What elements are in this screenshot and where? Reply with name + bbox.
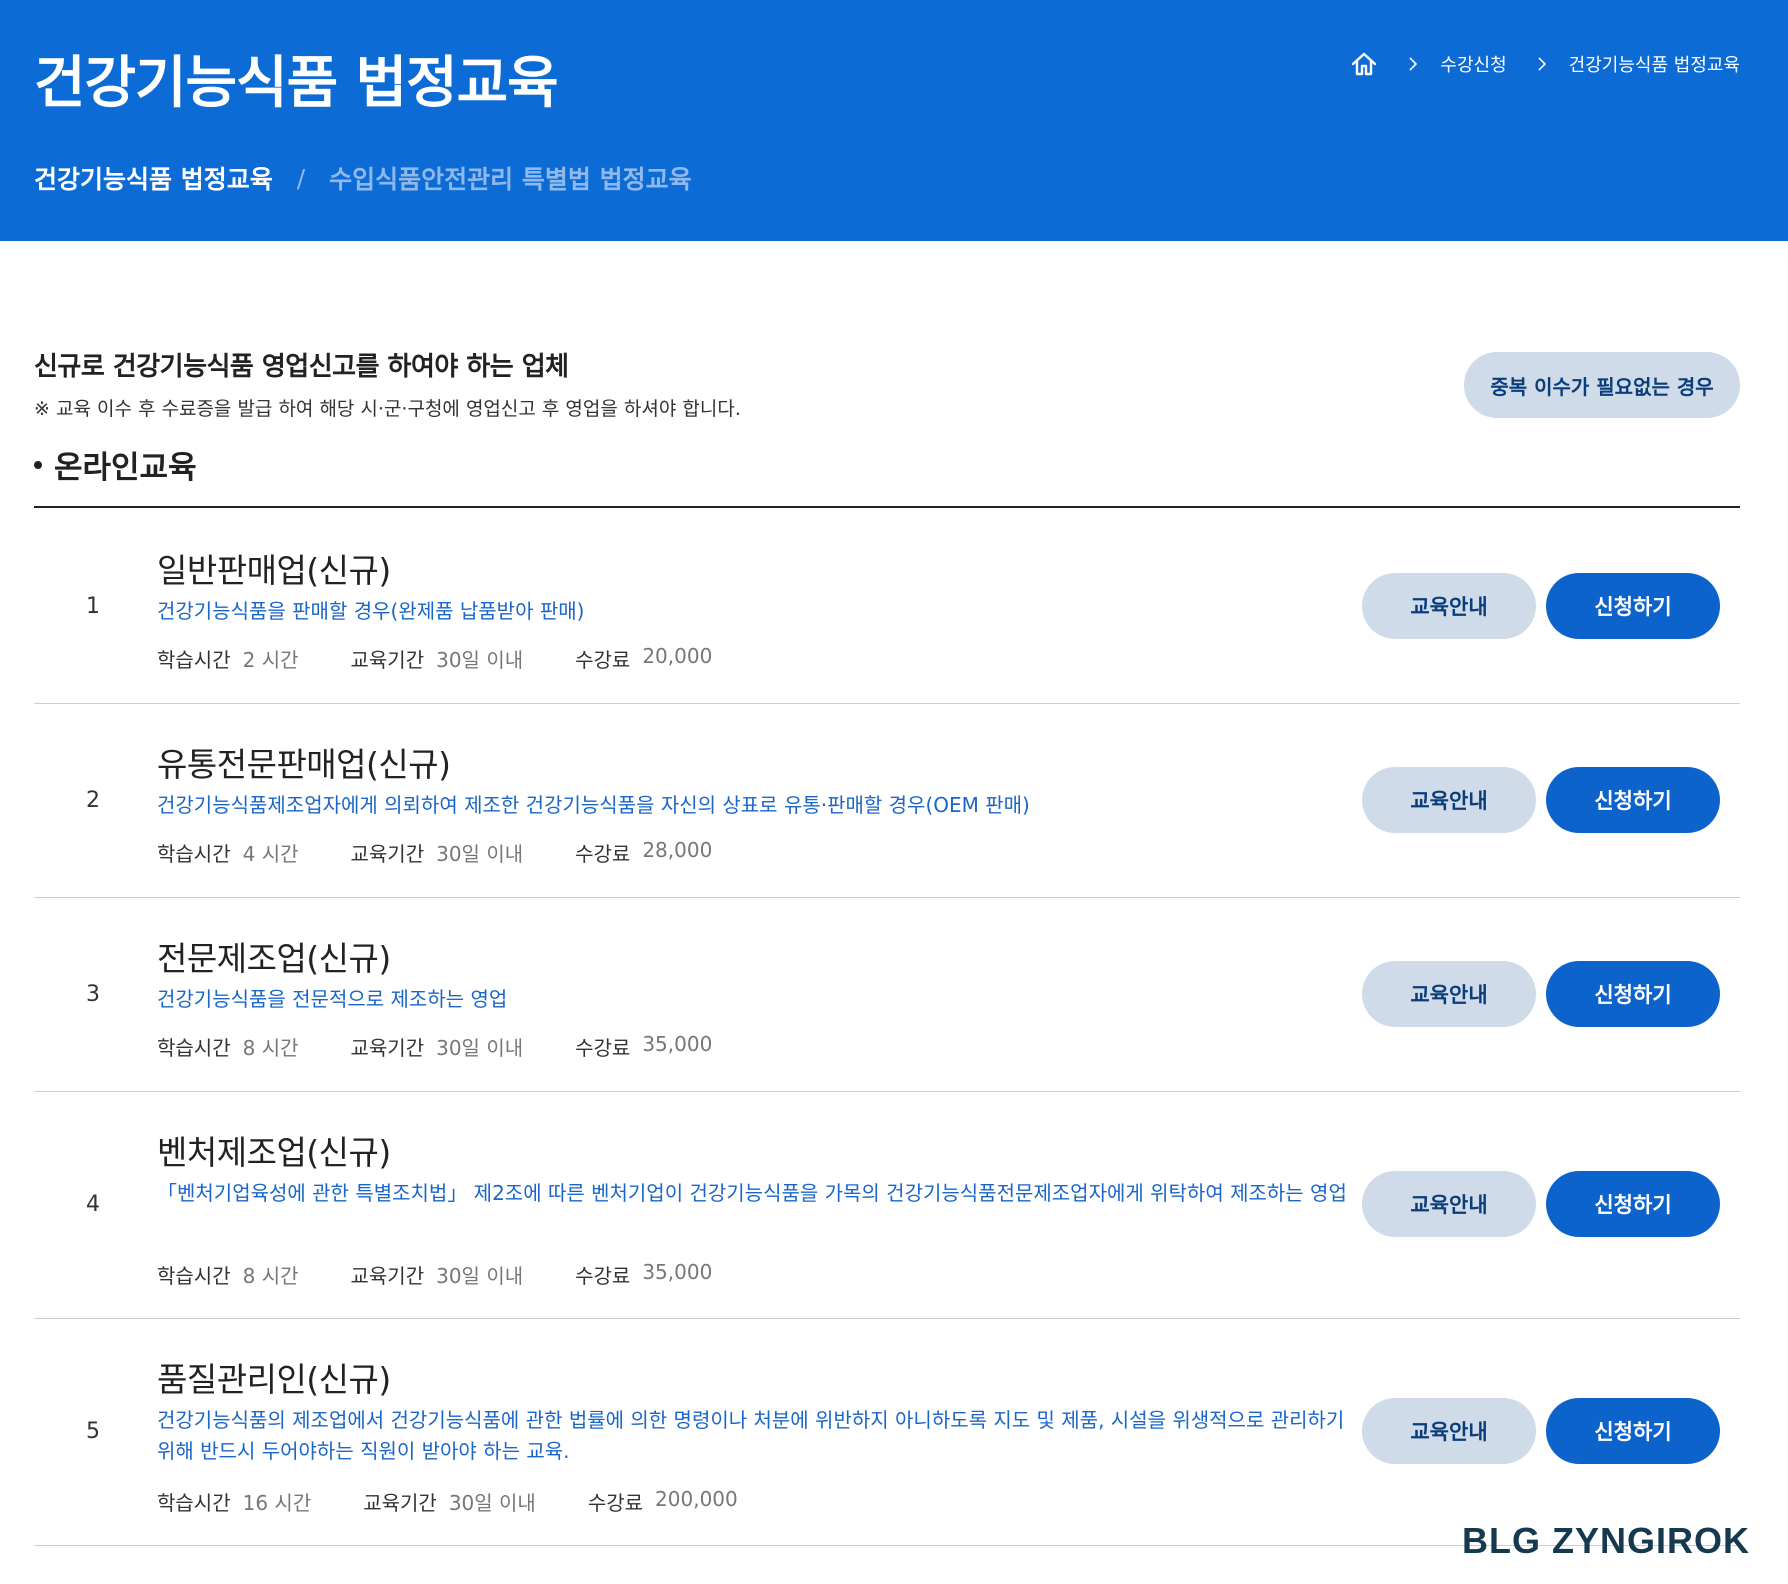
period-label: 교육기간: [350, 648, 425, 672]
course-number: 2: [86, 788, 100, 813]
study-time-value: 4 시간: [242, 842, 299, 866]
period-label: 교육기간: [350, 1264, 425, 1288]
period-value: 30일 이내: [436, 842, 524, 866]
course-meta: 학습시간 4 시간 교육기간 30일 이내 수강료 28,000: [157, 838, 764, 867]
study-time-label: 학습시간: [157, 842, 231, 866]
course-description: 건강기능식품의 제조업에서 건강기능식품에 관한 법률에 의한 명령이나 처분에…: [157, 1408, 1345, 1463]
period-value: 30일 이내: [436, 1036, 524, 1060]
course-description: 「벤처기업육성에 관한 특별조치법」 제2조에 따른 벤처기업이 건강기능식품을…: [157, 1181, 1347, 1205]
page-header: 건강기능식품 법정교육 수강신청 건강기능식품 법정교육 건강기능식품 법정교육…: [0, 0, 1788, 241]
course-description: 건강기능식품제조업자에게 의뢰하여 제조한 건강기능식품을 자신의 상표로 유통…: [157, 793, 1030, 817]
page-title: 건강기능식품 법정교육: [34, 51, 559, 116]
study-time-label: 학습시간: [157, 648, 231, 672]
study-time-value: 16 시간: [242, 1491, 312, 1515]
no-duplicate-needed-button[interactable]: 중복 이수가 필요없는 경우: [1464, 352, 1740, 418]
study-time-label: 학습시간: [157, 1264, 231, 1288]
course-apply-button[interactable]: 신청하기: [1546, 573, 1720, 639]
course-apply-button[interactable]: 신청하기: [1546, 1398, 1720, 1464]
breadcrumb-item-current[interactable]: 건강기능식품 법정교육: [1569, 51, 1740, 77]
course-row: 4 벤처제조업(신규) 「벤처기업육성에 관한 특별조치법」 제2조에 따른 벤…: [34, 1092, 1740, 1319]
course-description: 건강기능식품을 판매할 경우(완제품 납품받아 판매): [157, 599, 585, 623]
bullet-icon: [34, 460, 42, 469]
period-value: 30일 이내: [448, 1491, 536, 1515]
fee-label: 수강료: [575, 1264, 631, 1288]
fee-value: 28,000: [642, 838, 713, 862]
course-info-button[interactable]: 교육안내: [1362, 1171, 1536, 1237]
period-label: 교육기간: [350, 1036, 425, 1060]
online-education-label: 온라인교육: [54, 450, 197, 486]
fee-label: 수강료: [575, 1036, 631, 1060]
course-meta: 학습시간 8 시간 교육기간 30일 이내 수강료 35,000: [157, 1032, 764, 1061]
chevron-right-icon: [1533, 55, 1551, 73]
course-meta: 학습시간 8 시간 교육기간 30일 이내 수강료 35,000: [157, 1260, 764, 1289]
study-time-value: 8 시간: [242, 1264, 299, 1288]
course-apply-button[interactable]: 신청하기: [1546, 1171, 1720, 1237]
course-name: 전문제조업(신규): [157, 939, 391, 978]
course-name: 벤처제조업(신규): [157, 1133, 391, 1172]
course-row: 5 품질관리인(신규) 건강기능식품의 제조업에서 건강기능식품에 관한 법률에…: [34, 1319, 1740, 1546]
fee-value: 200,000: [655, 1487, 738, 1511]
period-label: 교육기간: [363, 1491, 437, 1515]
fee-label: 수강료: [587, 1491, 644, 1515]
online-education-heading: 온라인교육: [34, 442, 197, 487]
course-description: 건강기능식품을 전문적으로 제조하는 영업: [157, 987, 508, 1011]
study-time-label: 학습시간: [157, 1036, 231, 1060]
course-number: 3: [86, 982, 100, 1007]
fee-value: 35,000: [642, 1032, 713, 1056]
watermark: BLG ZYNGIROK: [1462, 1520, 1750, 1561]
study-time-value: 8 시간: [242, 1036, 299, 1060]
course-row: 1 일반판매업(신규) 건강기능식품을 판매할 경우(완제품 납품받아 판매) …: [34, 508, 1740, 704]
fee-value: 35,000: [642, 1260, 713, 1284]
home-icon[interactable]: [1350, 50, 1378, 78]
course-number: 5: [86, 1419, 100, 1444]
course-row: 2 유통전문판매업(신규) 건강기능식품제조업자에게 의뢰하여 제조한 건강기능…: [34, 704, 1740, 898]
study-time-label: 학습시간: [157, 1491, 231, 1515]
course-name: 일반판매업(신규): [157, 551, 391, 590]
course-info-button[interactable]: 교육안내: [1362, 961, 1536, 1027]
education-tabs: 건강기능식품 법정교육 / 수입식품안전관리 특별법 법정교육: [34, 160, 692, 196]
tab-health-food-education[interactable]: 건강기능식품 법정교육: [34, 160, 273, 196]
course-meta: 학습시간 16 시간 교육기간 30일 이내 수강료 200,000: [157, 1487, 790, 1516]
course-meta: 학습시간 2 시간 교육기간 30일 이내 수강료 20,000: [157, 644, 764, 673]
section-title: 신규로 건강기능식품 영업신고를 하여야 하는 업체: [34, 352, 569, 382]
fee-label: 수강료: [575, 648, 631, 672]
period-value: 30일 이내: [436, 1264, 524, 1288]
course-info-button[interactable]: 교육안내: [1362, 767, 1536, 833]
section-note: ※ 교육 이수 후 수료증을 발급 하여 해당 시·군·구청에 영업신고 후 영…: [34, 398, 741, 420]
fee-label: 수강료: [575, 842, 631, 866]
tab-imported-food-education[interactable]: 수입식품안전관리 특별법 법정교육: [329, 160, 691, 196]
course-info-button[interactable]: 교육안내: [1362, 573, 1536, 639]
course-info-button[interactable]: 교육안내: [1362, 1398, 1536, 1464]
course-apply-button[interactable]: 신청하기: [1546, 961, 1720, 1027]
course-name: 유통전문판매업(신규): [157, 745, 451, 784]
period-label: 교육기간: [350, 842, 425, 866]
course-name: 품질관리인(신규): [157, 1360, 391, 1399]
period-value: 30일 이내: [436, 648, 524, 672]
fee-value: 20,000: [642, 644, 713, 668]
course-number: 4: [86, 1192, 100, 1217]
course-row: 3 전문제조업(신규) 건강기능식품을 전문적으로 제조하는 영업 학습시간 8…: [34, 898, 1740, 1092]
study-time-value: 2 시간: [242, 648, 299, 672]
breadcrumb-item-enroll[interactable]: 수강신청: [1440, 51, 1506, 77]
course-apply-button[interactable]: 신청하기: [1546, 767, 1720, 833]
breadcrumb: 수강신청 건강기능식품 법정교육: [1350, 50, 1740, 78]
course-number: 1: [86, 594, 100, 619]
tab-separator: /: [296, 163, 306, 193]
chevron-right-icon: [1404, 55, 1422, 73]
